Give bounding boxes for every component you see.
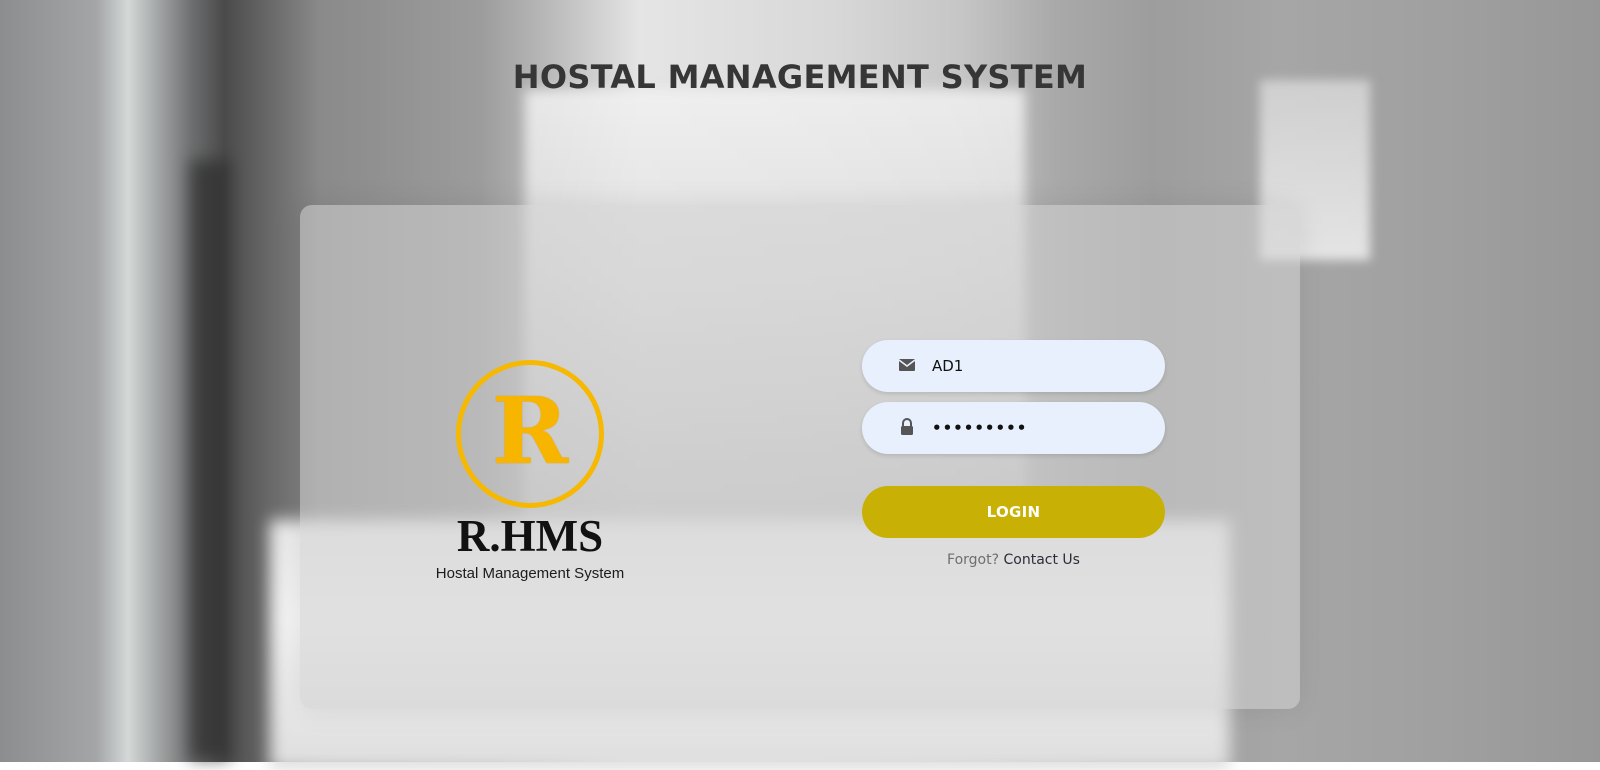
background-dark-strip [190, 160, 230, 760]
forgot-label: Forgot? [947, 552, 1000, 568]
username-field[interactable] [862, 340, 1165, 392]
page-title: HOSTAL MANAGEMENT SYSTEM [512, 58, 1088, 96]
logo-letter: R [491, 377, 569, 485]
logo: R R.HMS Hostal Management System [420, 360, 640, 590]
logo-brand: R.HMS [456, 511, 604, 561]
login-button[interactable]: LOGIN [862, 486, 1165, 538]
username-input[interactable] [932, 340, 1152, 392]
envelope-icon [898, 355, 916, 375]
forgot-row: Forgot? Contact Us [862, 552, 1165, 568]
password-input[interactable] [932, 402, 1152, 454]
lock-icon [898, 417, 916, 437]
contact-us-link[interactable]: Contact Us [1004, 552, 1080, 568]
password-field[interactable] [862, 402, 1165, 454]
logo-subtitle: Hostal Management System [435, 565, 625, 582]
